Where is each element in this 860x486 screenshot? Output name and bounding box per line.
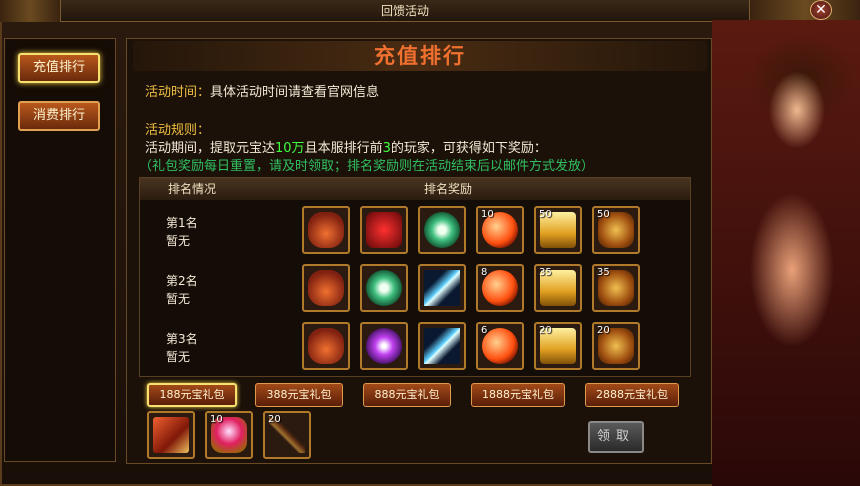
package-tab-2888[interactable]: 2888元宝礼包 — [585, 383, 679, 407]
jade-disc-icon[interactable] — [360, 264, 408, 312]
close-icon[interactable]: ✕ — [810, 0, 832, 20]
red-knot-icon[interactable] — [360, 206, 408, 254]
table-header: 排名情况 排名奖励 — [140, 178, 690, 200]
package-tab-388[interactable]: 388元宝礼包 — [255, 383, 343, 407]
rules-rank: 3 — [382, 141, 391, 156]
activity-time: 活动时间：具体活动时间请查看官网信息 — [145, 81, 379, 100]
ruby-gem-icon[interactable]: 10 — [205, 411, 253, 459]
gold-box-icon[interactable]: 50 — [534, 206, 582, 254]
table-row: 第1名 暂无 10 50 50 — [140, 204, 690, 262]
fish-mount-icon[interactable] — [302, 322, 350, 370]
gold-box-icon[interactable]: 35 — [534, 264, 582, 312]
title-ornament-left — [0, 0, 60, 22]
package-tab-1888[interactable]: 1888元宝礼包 — [471, 383, 565, 407]
title-ornament-right — [750, 0, 860, 22]
sidebar-item-recharge-rank[interactable]: 充值排行 — [18, 53, 100, 83]
rank-holder: 暂无 — [166, 350, 191, 364]
rules-amount: 10万 — [275, 141, 305, 156]
rules-label: 活动规则： — [145, 123, 211, 138]
package-tab-188[interactable]: 188元宝礼包 — [147, 383, 237, 407]
ice-sword-icon[interactable] — [418, 322, 466, 370]
table-row: 第2名 暂无 8 35 35 — [140, 262, 690, 320]
reward-table: 排名情况 排名奖励 第1名 暂无 10 50 50 第2名 暂无 8 35 35 — [139, 177, 691, 377]
rules-text: 活动期间，提取元宝达10万且本服排行前3的玩家，可获得如下奖励： — [145, 137, 547, 156]
rules-part-3: 的玩家，可获得如下奖励： — [390, 141, 547, 156]
table-row: 第3名 暂无 6 20 20 — [140, 320, 690, 378]
red-book-icon[interactable] — [147, 411, 195, 459]
rules-part-2: 且本服排行前 — [304, 141, 383, 156]
fire-orb-icon[interactable]: 10 — [476, 206, 524, 254]
sidebar: 充值排行 消费排行 — [4, 38, 116, 462]
gold-box-icon[interactable]: 20 — [534, 322, 582, 370]
ice-sword-icon[interactable] — [418, 264, 466, 312]
time-label: 活动时间： — [145, 85, 211, 100]
col-reward-header: 排名奖励 — [424, 182, 473, 196]
whip-icon[interactable]: 20 — [263, 411, 311, 459]
fire-orb-icon[interactable]: 8 — [476, 264, 524, 312]
purple-disc-icon[interactable] — [360, 322, 408, 370]
character-portrait — [712, 20, 860, 486]
sidebar-item-spend-rank[interactable]: 消费排行 — [18, 101, 100, 131]
fire-orb-icon[interactable]: 6 — [476, 322, 524, 370]
col-rank-header: 排名情况 — [168, 182, 217, 196]
window-title: 回馈活动 — [60, 0, 750, 22]
rank-label: 第2名 — [166, 274, 198, 288]
lion-medal-icon[interactable]: 50 — [592, 206, 640, 254]
rank-holder: 暂无 — [166, 292, 191, 306]
main-panel: 充值排行 活动时间：具体活动时间请查看官网信息 活动规则： 活动期间，提取元宝达… — [126, 38, 712, 464]
claim-button[interactable]: 领取 — [588, 421, 644, 453]
rules-part-1: 活动期间，提取元宝达 — [145, 141, 276, 156]
page-title: 充值排行 — [133, 41, 707, 71]
rank-holder: 暂无 — [166, 234, 191, 248]
time-text: 具体活动时间请查看官网信息 — [210, 85, 380, 100]
fish-mount-icon[interactable] — [302, 264, 350, 312]
lion-medal-icon[interactable]: 35 — [592, 264, 640, 312]
lion-medal-icon[interactable]: 20 — [592, 322, 640, 370]
fish-mount-icon[interactable] — [302, 206, 350, 254]
rank-label: 第3名 — [166, 332, 198, 346]
rank-label: 第1名 — [166, 216, 198, 230]
package-tab-888[interactable]: 888元宝礼包 — [363, 383, 451, 407]
rules-note: （礼包奖励每日重置，请及时领取；排名奖励则在活动结束后以邮件方式发放） — [139, 159, 595, 174]
jade-disc-icon[interactable] — [418, 206, 466, 254]
